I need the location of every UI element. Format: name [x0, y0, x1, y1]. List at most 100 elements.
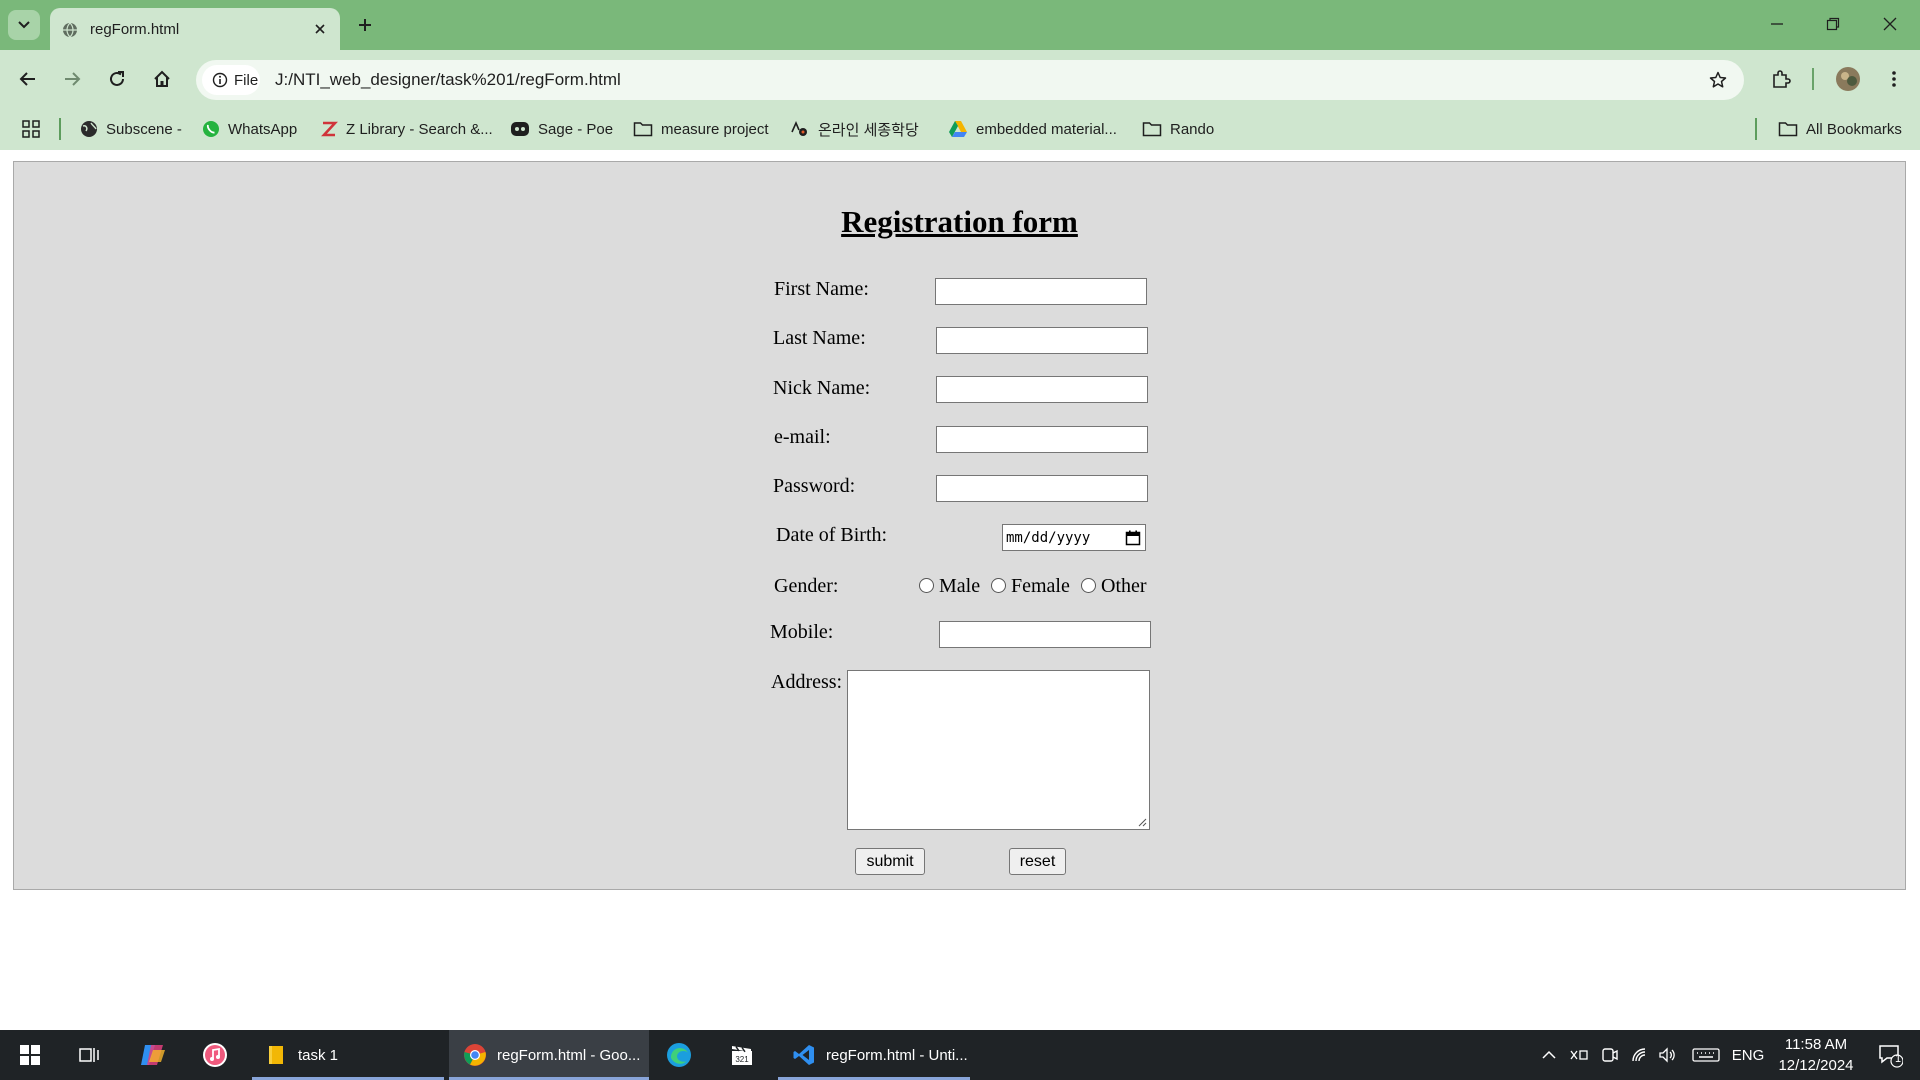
- taskbar-app-explorer[interactable]: task 1: [252, 1030, 444, 1080]
- mobile-label: Mobile:: [770, 621, 834, 643]
- wifi-button[interactable]: [1627, 1030, 1653, 1080]
- date-of-birth-input[interactable]: mm/dd/yyyy: [1002, 524, 1146, 551]
- volume-button[interactable]: [1655, 1030, 1681, 1080]
- restore-button[interactable]: [1813, 8, 1853, 40]
- gender-female-radio[interactable]: [991, 578, 1006, 593]
- tab-regform[interactable]: regForm.html: [50, 8, 340, 50]
- nick-name-input[interactable]: [936, 376, 1148, 403]
- clapperboard-icon: 321: [732, 1046, 752, 1065]
- home-button[interactable]: [146, 63, 178, 95]
- more-vertical-icon: [1892, 71, 1896, 87]
- bookmark-subscene[interactable]: Subscene -: [80, 118, 182, 140]
- forward-button[interactable]: [56, 63, 88, 95]
- task-view-icon: [79, 1048, 99, 1062]
- new-tab-button[interactable]: [352, 12, 378, 38]
- address-bar[interactable]: File J:/NTI_web_designer/task%201/regFor…: [196, 60, 1744, 100]
- gender-male-radio[interactable]: [919, 578, 934, 593]
- site-info-label: File: [234, 71, 259, 89]
- itunes-button[interactable]: [193, 1030, 237, 1080]
- last-name-input[interactable]: [936, 327, 1148, 354]
- globe-icon: [63, 22, 77, 38]
- reload-button[interactable]: [101, 63, 133, 95]
- google-drive-icon: [949, 121, 967, 137]
- tab-close-button[interactable]: [310, 19, 330, 39]
- extensions-button[interactable]: [1765, 63, 1797, 95]
- gender-other-radio[interactable]: [1081, 578, 1096, 593]
- bookmark-embedded-material[interactable]: embedded material...: [948, 118, 1117, 140]
- first-name-input[interactable]: [935, 278, 1147, 305]
- minimize-button[interactable]: [1757, 8, 1797, 40]
- touch-keyboard-button[interactable]: [1689, 1030, 1723, 1080]
- reset-button[interactable]: reset: [1009, 848, 1066, 875]
- reload-icon: [110, 71, 124, 86]
- tab-search-button[interactable]: [8, 10, 40, 40]
- notification-count: 1: [1894, 1053, 1902, 1065]
- taskbar-app-chrome[interactable]: regForm.html - Goo...: [449, 1030, 649, 1080]
- wifi-icon: [1632, 1048, 1646, 1062]
- clock-date: 12/12/2024: [1778, 1057, 1854, 1074]
- site-info-button[interactable]: File: [202, 65, 260, 95]
- mobile-input[interactable]: [939, 621, 1151, 648]
- clock[interactable]: 11:58 AM 12/12/2024: [1768, 1034, 1864, 1076]
- edge-button[interactable]: [657, 1030, 701, 1080]
- registration-form: Registration form First Name: Last Name:…: [13, 161, 1906, 890]
- bookmark-sejong[interactable]: 온라인 세종학당: [790, 118, 919, 140]
- copilot-button[interactable]: [131, 1030, 175, 1080]
- copilot-icon: [141, 1045, 165, 1065]
- taskbar-app-label: regForm.html - Unti...: [826, 1046, 968, 1064]
- clapper-app-button[interactable]: 321: [720, 1030, 764, 1080]
- bookmark-rando[interactable]: Rando: [1142, 118, 1214, 140]
- all-bookmarks-button[interactable]: All Bookmarks: [1778, 118, 1902, 140]
- bookmarks-divider: [59, 118, 61, 140]
- bookmarks-divider: [1755, 118, 1757, 140]
- browser-title-bar: regForm.html: [0, 0, 1920, 50]
- bookmark-label: 온라인 세종학당: [818, 121, 919, 139]
- close-window-button[interactable]: [1870, 8, 1910, 40]
- submit-button[interactable]: submit: [855, 848, 925, 875]
- camera-icon: [1602, 1048, 1618, 1062]
- toolbar-divider: [1812, 68, 1814, 90]
- tab-title: regForm.html: [90, 21, 180, 38]
- gender-other-label: Other: [1101, 575, 1147, 597]
- apps-button[interactable]: [22, 118, 40, 140]
- meet-now-button[interactable]: [1597, 1030, 1623, 1080]
- calendar-icon[interactable]: [1125, 530, 1141, 546]
- folder-icon: [1142, 122, 1162, 137]
- url-text[interactable]: J:/NTI_web_designer/task%201/regForm.htm…: [275, 70, 621, 90]
- arrow-left-icon: [19, 72, 35, 86]
- globe-icon: [81, 121, 97, 137]
- all-bookmarks-label: All Bookmarks: [1806, 120, 1902, 138]
- chevron-down-icon: [18, 21, 30, 29]
- music-icon: [203, 1043, 227, 1067]
- input-method-button[interactable]: [1565, 1030, 1593, 1080]
- password-input[interactable]: [936, 475, 1148, 502]
- chevron-up-icon: [1542, 1050, 1556, 1059]
- language-indicator[interactable]: ENG: [1728, 1030, 1768, 1080]
- arrow-right-icon: [65, 72, 81, 86]
- profile-avatar[interactable]: [1831, 62, 1865, 96]
- back-button[interactable]: [12, 63, 44, 95]
- bookmark-label: Z Library - Search &...: [346, 120, 493, 138]
- bookmark-whatsapp[interactable]: WhatsApp: [202, 118, 297, 140]
- bookmark-measure-project[interactable]: measure project: [633, 118, 769, 140]
- browser-menu-button[interactable]: [1878, 63, 1910, 95]
- notifications-button[interactable]: 1: [1868, 1030, 1912, 1080]
- task-view-button[interactable]: [68, 1030, 112, 1080]
- email-label: e-mail:: [774, 426, 831, 448]
- whatsapp-icon: [203, 121, 219, 137]
- close-icon: [315, 24, 325, 34]
- resize-handle-icon[interactable]: [1137, 817, 1147, 827]
- email-input[interactable]: [936, 426, 1148, 453]
- windows-logo-icon: [20, 1045, 40, 1065]
- taskbar-app-label: task 1: [298, 1046, 339, 1064]
- start-button[interactable]: [8, 1030, 52, 1080]
- minimize-icon: [1771, 23, 1783, 25]
- address-textarea[interactable]: [847, 670, 1150, 830]
- bookmark-zlibrary[interactable]: Z Library - Search &...: [320, 118, 493, 140]
- show-hidden-icons-button[interactable]: [1537, 1030, 1561, 1080]
- bookmark-star-button[interactable]: [1704, 66, 1732, 94]
- date-of-birth-label: Date of Birth:: [776, 524, 888, 546]
- taskbar-app-vscode[interactable]: regForm.html - Unti...: [778, 1030, 970, 1080]
- browser-toolbar: File J:/NTI_web_designer/task%201/regFor…: [0, 50, 1920, 108]
- bookmark-poe[interactable]: Sage - Poe: [510, 118, 613, 140]
